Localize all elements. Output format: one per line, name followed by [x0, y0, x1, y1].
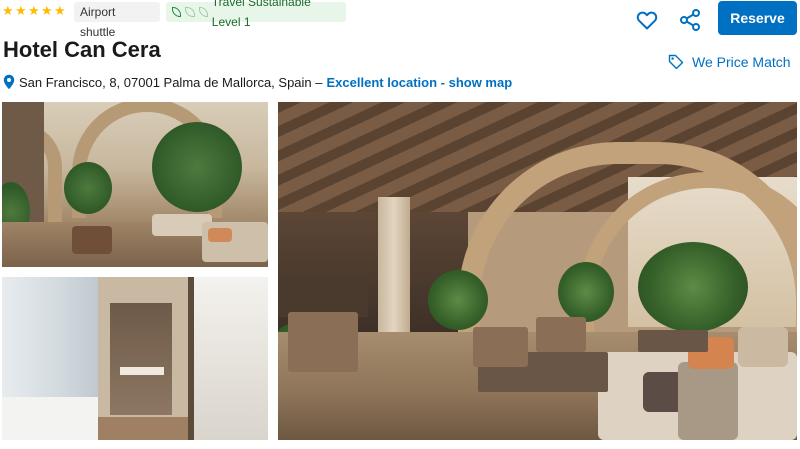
map-pin-icon [3, 74, 15, 90]
share-icon[interactable] [678, 8, 702, 32]
photo-main-courtyard[interactable] [278, 102, 797, 440]
leaf-icon [172, 7, 182, 17]
header-bar: ★ ★ ★ ★ ★ Airport shuttle Travel Sustain… [0, 0, 800, 39]
photo-bathroom[interactable] [2, 277, 268, 440]
sustainable-badge[interactable]: Travel Sustainable Level 1 [166, 0, 346, 29]
star-icon: ★ [15, 3, 27, 18]
reserve-button[interactable]: Reserve [718, 1, 797, 35]
star-icon: ★ [2, 3, 14, 18]
price-match-label: We Price Match [692, 54, 791, 70]
photo-courtyard-lounge[interactable] [2, 102, 268, 267]
leaf-icon [198, 7, 208, 17]
hotel-address: San Francisco, 8, 07001 Palma de Mallorc… [19, 74, 323, 90]
sustainable-badge-label: Travel Sustainable Level 1 [211, 0, 311, 29]
star-icon: ★ [28, 3, 40, 18]
star-icon: ★ [54, 3, 66, 18]
leaf-icon [185, 7, 195, 17]
hotel-name: Hotel Can Cera [3, 37, 161, 62]
airport-shuttle-badge: Airport shuttle [74, 2, 160, 39]
tag-icon [668, 54, 684, 70]
star-icon: ★ [41, 3, 53, 18]
price-match-link[interactable]: We Price Match [668, 54, 791, 70]
star-rating: ★ ★ ★ ★ ★ [2, 3, 66, 18]
address-row: San Francisco, 8, 07001 Palma de Mallorc… [3, 74, 512, 90]
show-map-link[interactable]: Excellent location - show map [327, 75, 513, 90]
heart-icon[interactable] [635, 8, 659, 32]
